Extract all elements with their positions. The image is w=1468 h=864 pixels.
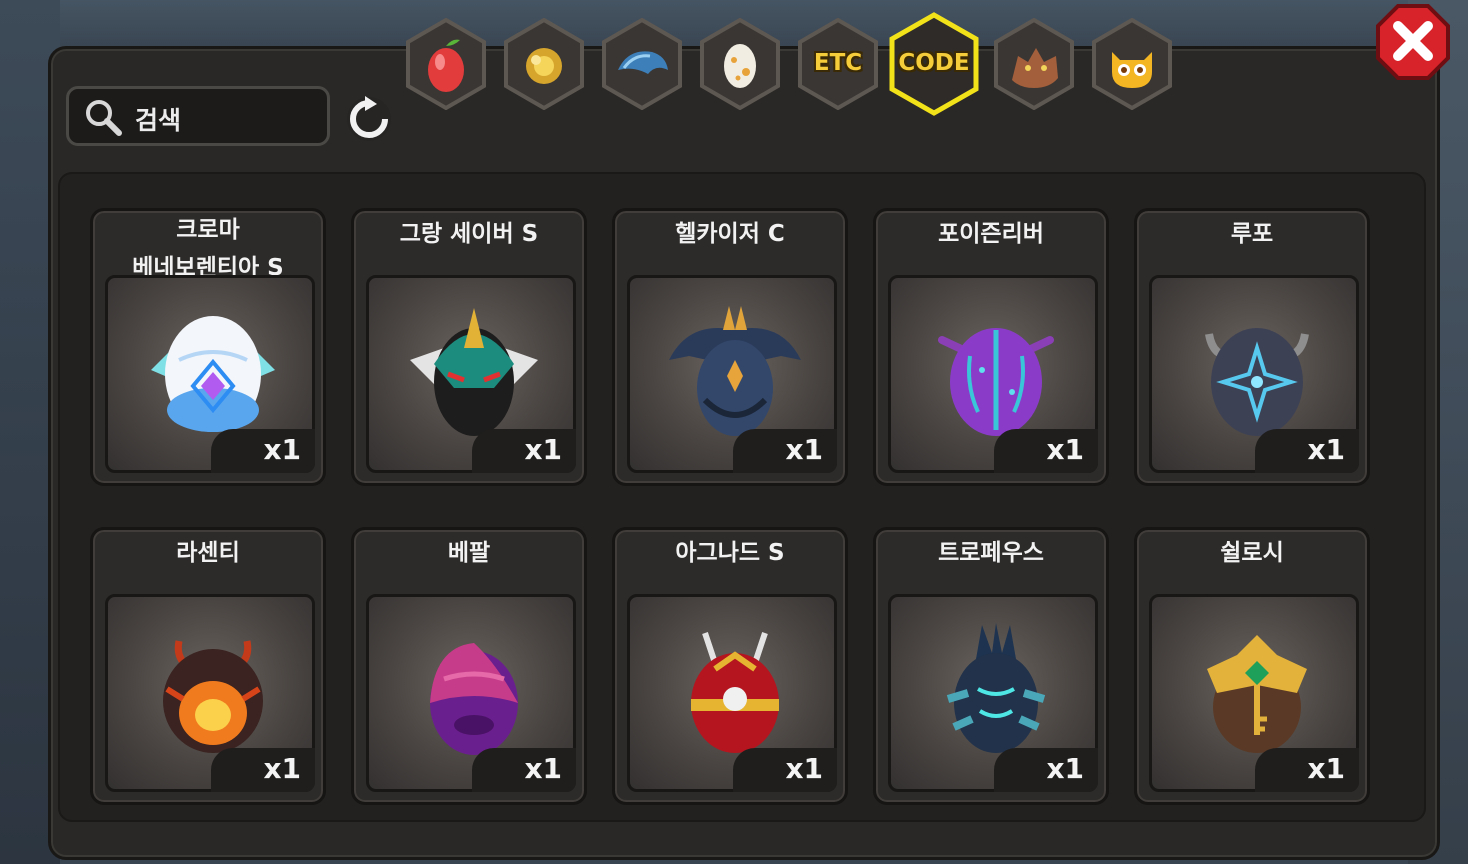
quantity-badge: x1 [211,748,315,792]
lupo-egg-icon [1205,328,1309,436]
agnad-egg-icon [691,632,779,753]
item-slot: x1 [627,594,837,792]
search-placeholder: 검색 [135,106,182,135]
item-slot: x1 [1149,275,1359,473]
quantity-badge: x1 [994,429,1098,473]
tropeus-egg-icon [946,623,1046,753]
item-card[interactable]: 라센티 x1 [90,527,326,805]
item-slot: x1 [105,594,315,792]
tab-fruit[interactable] [404,18,488,110]
item-slot: x1 [888,594,1098,792]
tab-code[interactable]: CODE [888,12,980,116]
refresh-icon[interactable] [344,94,394,144]
tab-code-label: CODE [898,50,970,76]
bepal-egg-icon [430,643,518,755]
quantity-badge: x1 [472,429,576,473]
item-slot: x1 [105,275,315,473]
quantity-badge: x1 [1255,748,1359,792]
tab-egg[interactable] [698,18,782,110]
item-slot: x1 [1149,594,1359,792]
search-input[interactable]: 검색 [66,86,330,146]
tab-etc[interactable]: ETC [796,18,880,110]
quantity-badge: x1 [1255,429,1359,473]
item-name: 쉴로시 [1220,540,1284,566]
item-card[interactable]: 쉴로시 x1 [1134,527,1370,805]
quantity-badge: x1 [472,748,576,792]
quantity-badge: x1 [733,748,837,792]
tab-monster[interactable] [1090,18,1174,110]
item-slot: x1 [366,594,576,792]
tab-gold[interactable] [502,18,586,110]
item-card[interactable]: 크로마 베네보렌티아 S x1 [90,208,326,486]
egg-icon [724,44,756,88]
item-slot: x1 [627,275,837,473]
tab-etc-label: ETC [813,50,863,76]
item-card[interactable]: 헬카이저 C x1 [612,208,848,486]
item-name: 그랑 세이버 S [399,221,539,247]
item-name: 라센티 [176,540,240,566]
item-name: 베팔 [447,540,491,566]
item-card[interactable]: 루포 x1 [1134,208,1370,486]
quantity-badge: x1 [994,748,1098,792]
category-tabs: ETC CODE [404,12,1184,116]
item-card[interactable]: 트로페우스 x1 [873,527,1109,805]
quantity-badge: x1 [211,429,315,473]
hellkaiser-egg-icon [669,306,801,436]
item-card[interactable]: 아그나드 S x1 [612,527,848,805]
item-name: 포이즌리버 [938,221,1044,247]
item-card[interactable]: 그랑 세이버 S x1 [351,208,587,486]
item-card[interactable]: 포이즌리버 x1 [873,208,1109,486]
shilosi-egg-icon [1207,635,1307,753]
gold-icon [526,48,562,84]
tab-dragon[interactable] [992,18,1076,110]
search-icon [86,100,122,136]
quantity-badge: x1 [733,429,837,473]
chroma-egg-icon [151,316,275,432]
item-slot: x1 [366,275,576,473]
item-name: 헬카이저 C [675,221,785,247]
item-name: 아그나드 S [675,540,785,566]
close-button[interactable] [1376,4,1450,80]
poison-river-egg-icon [938,328,1054,436]
item-name: 트로페우스 [938,540,1044,566]
item-card[interactable]: 베팔 x1 [351,527,587,805]
grand-saber-egg-icon [410,308,538,436]
item-slot: x1 [888,275,1098,473]
item-name: 루포 [1230,221,1274,247]
tab-dragon-scale[interactable] [600,18,684,110]
lasenti-egg-icon [163,640,263,753]
